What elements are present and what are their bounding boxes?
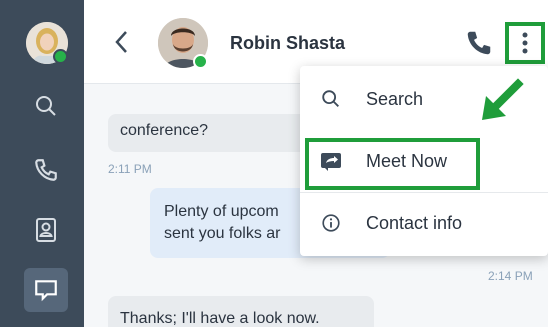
message-timestamp: 2:11 PM xyxy=(108,162,152,176)
message-text: conference? xyxy=(120,122,209,139)
menu-item-label: Contact info xyxy=(366,212,463,233)
call-button[interactable] xyxy=(464,28,494,58)
contact-presence-indicator xyxy=(193,54,208,69)
search-icon xyxy=(318,86,344,112)
message-timestamp: 2:14 PM xyxy=(488,269,533,283)
contact-name: Robin Shasta xyxy=(230,33,346,53)
user-presence-indicator xyxy=(53,49,68,64)
more-vertical-icon xyxy=(522,32,528,54)
message-bubble-incoming: Thanks; I'll have a look now. xyxy=(108,296,374,327)
sidebar xyxy=(0,0,84,327)
meet-now-highlight-box xyxy=(305,138,480,190)
menu-item-contact-info[interactable]: Contact info xyxy=(300,194,548,252)
sidebar-phone-icon[interactable] xyxy=(24,148,68,192)
more-options-button[interactable] xyxy=(505,22,545,64)
annotation-arrow-icon xyxy=(476,78,526,128)
sidebar-chat-icon[interactable] xyxy=(24,268,68,312)
menu-divider xyxy=(300,192,548,193)
message-text: Thanks; I'll have a look now. xyxy=(120,310,320,327)
menu-item-label: Search xyxy=(366,88,424,109)
info-icon xyxy=(318,210,344,236)
back-button[interactable] xyxy=(110,28,134,56)
sidebar-contacts-icon[interactable] xyxy=(24,208,68,252)
sidebar-search-icon[interactable] xyxy=(24,84,68,128)
message-bubble-incoming: conference? xyxy=(108,114,328,152)
